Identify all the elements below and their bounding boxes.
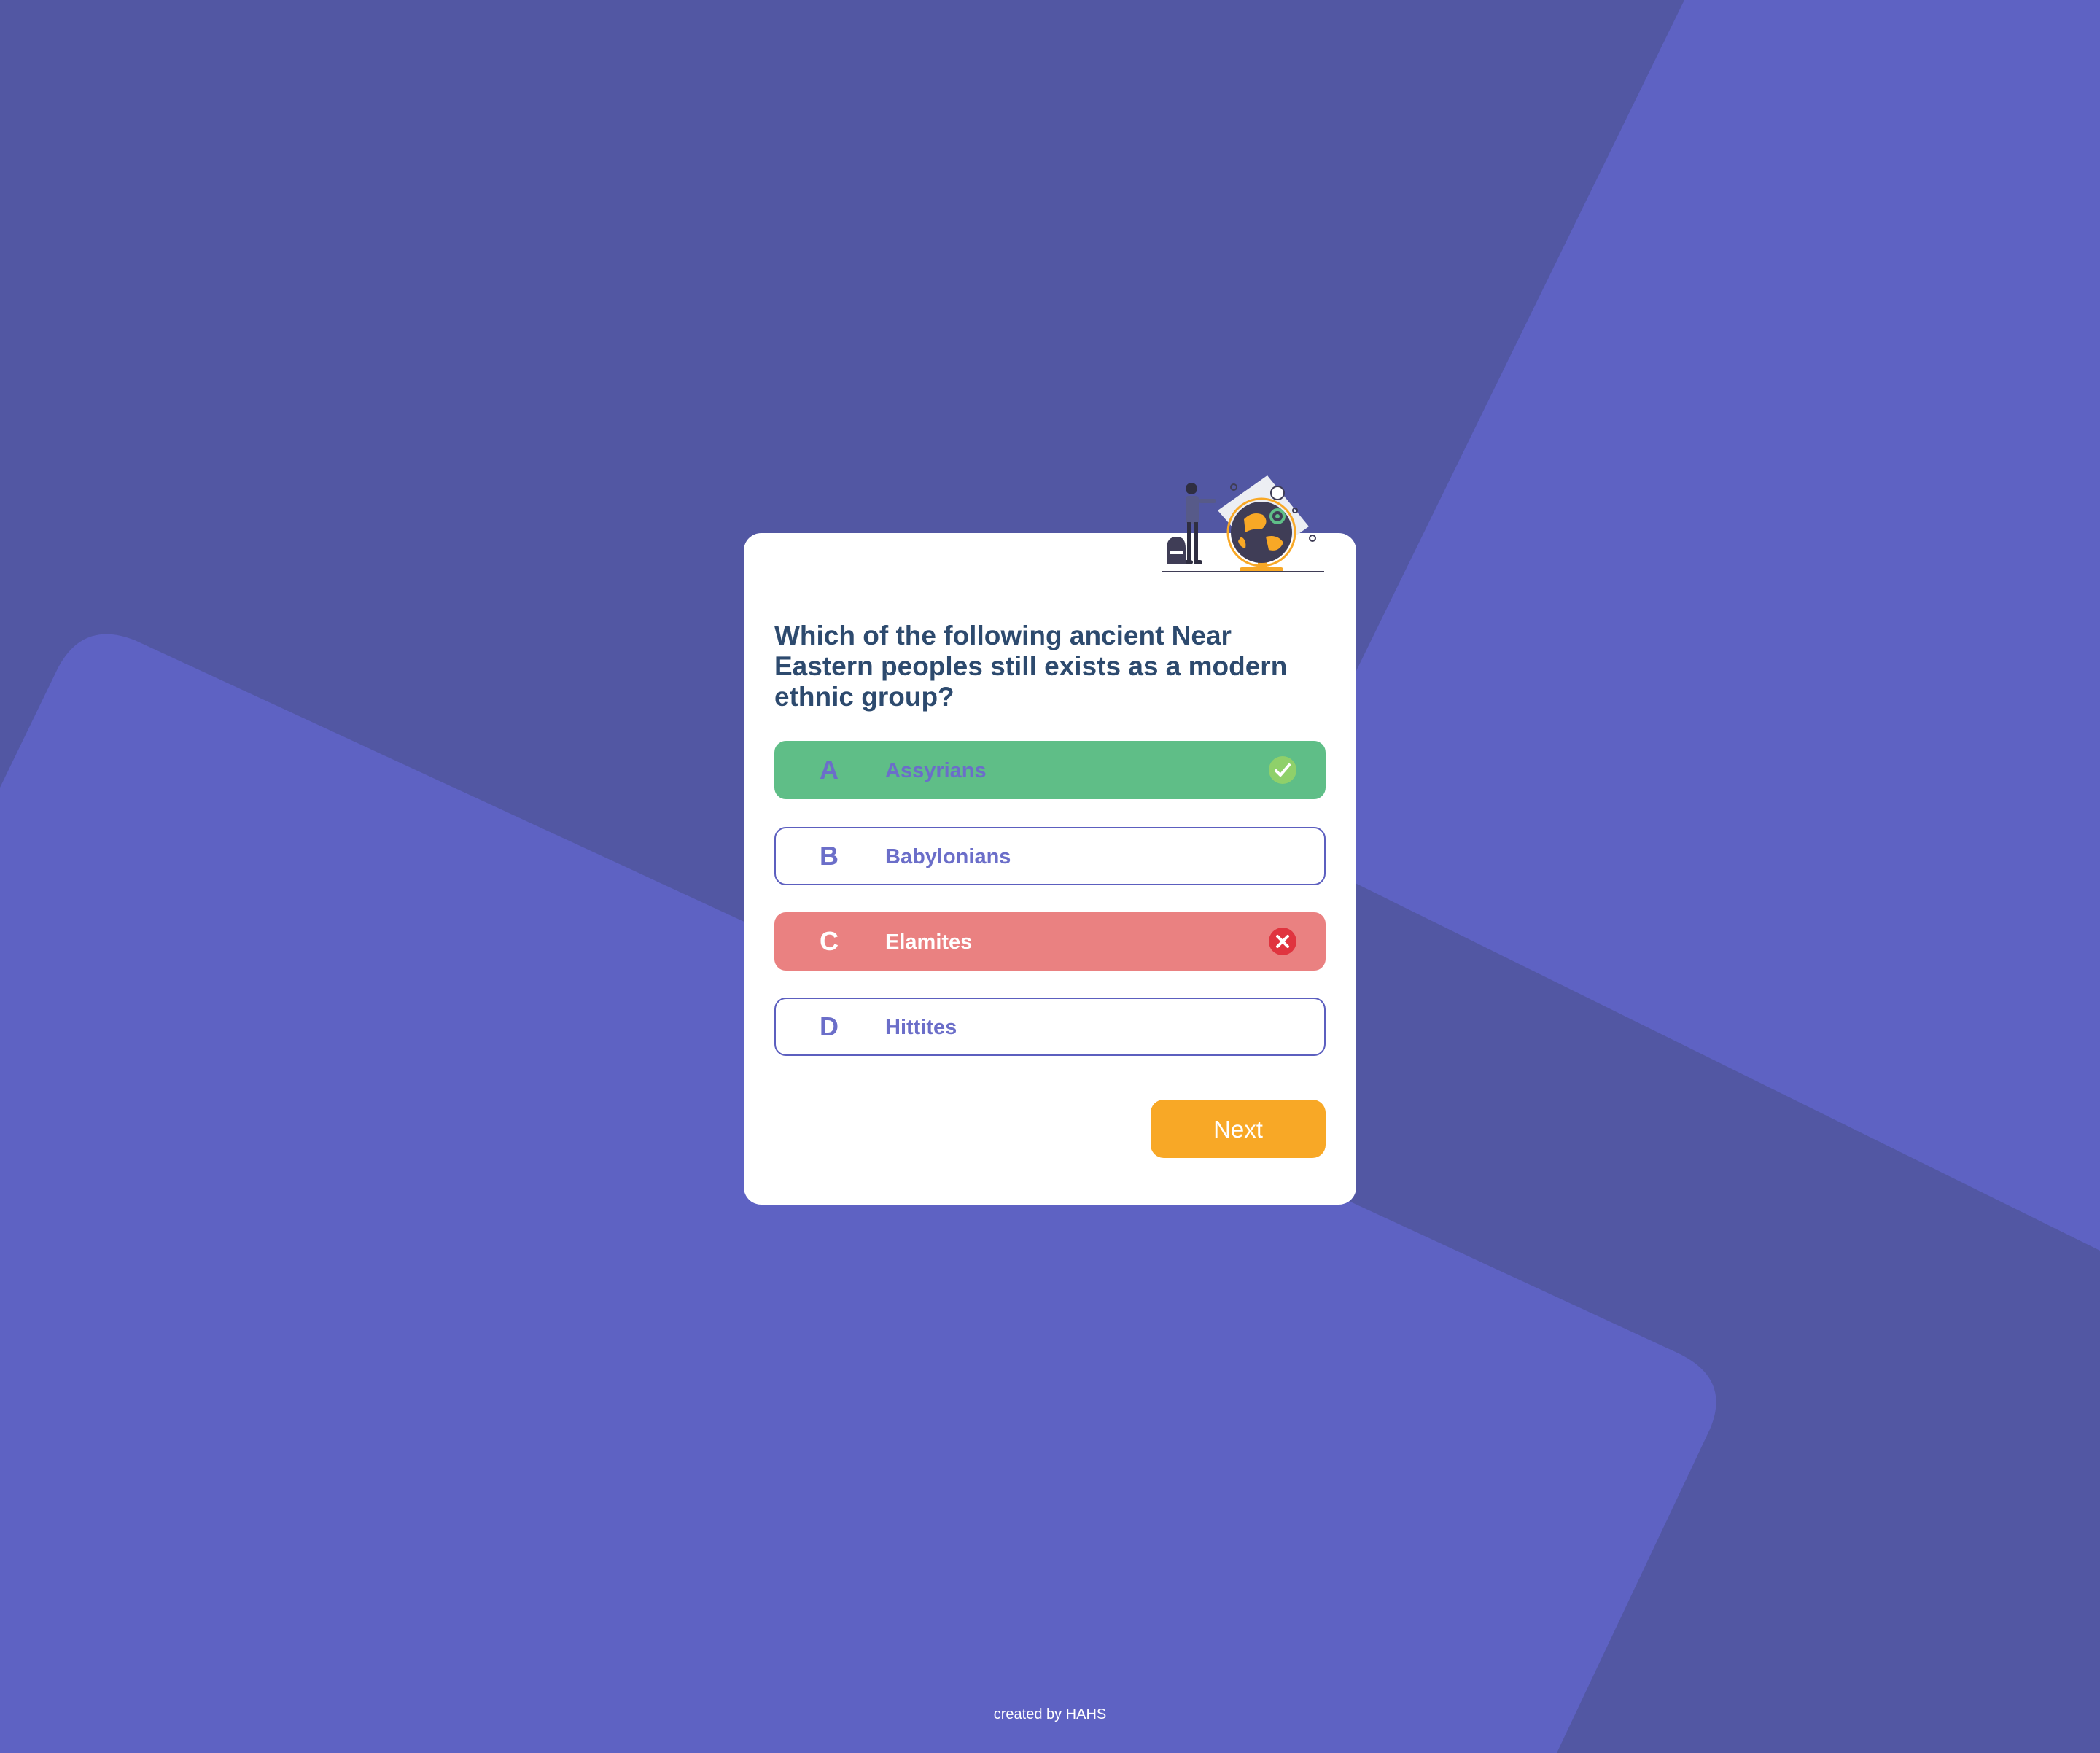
traveler-globe-illustration	[1162, 475, 1324, 572]
option-label: Assyrians	[885, 759, 987, 782]
option-a[interactable]: A Assyrians	[774, 741, 1326, 799]
option-letter: A	[820, 755, 839, 785]
next-button[interactable]: Next	[1151, 1100, 1326, 1158]
quiz-card: Which of the following ancient Near East…	[744, 533, 1356, 1205]
question-text: Which of the following ancient Near East…	[774, 621, 1288, 712]
option-d[interactable]: D Hittites	[774, 998, 1326, 1056]
option-letter: B	[820, 841, 839, 871]
option-label: Babylonians	[885, 845, 1011, 868]
option-b[interactable]: B Babylonians	[774, 827, 1326, 885]
option-label: Elamites	[885, 930, 973, 954]
footer-credit: created by HAHS	[993, 1706, 1107, 1722]
option-label: Hittites	[885, 1016, 957, 1039]
x-circle-icon	[1269, 928, 1296, 955]
option-letter: C	[820, 926, 839, 956]
check-circle-icon	[1269, 756, 1296, 784]
option-letter: D	[820, 1011, 839, 1041]
option-c[interactable]: C Elamites	[774, 912, 1326, 971]
